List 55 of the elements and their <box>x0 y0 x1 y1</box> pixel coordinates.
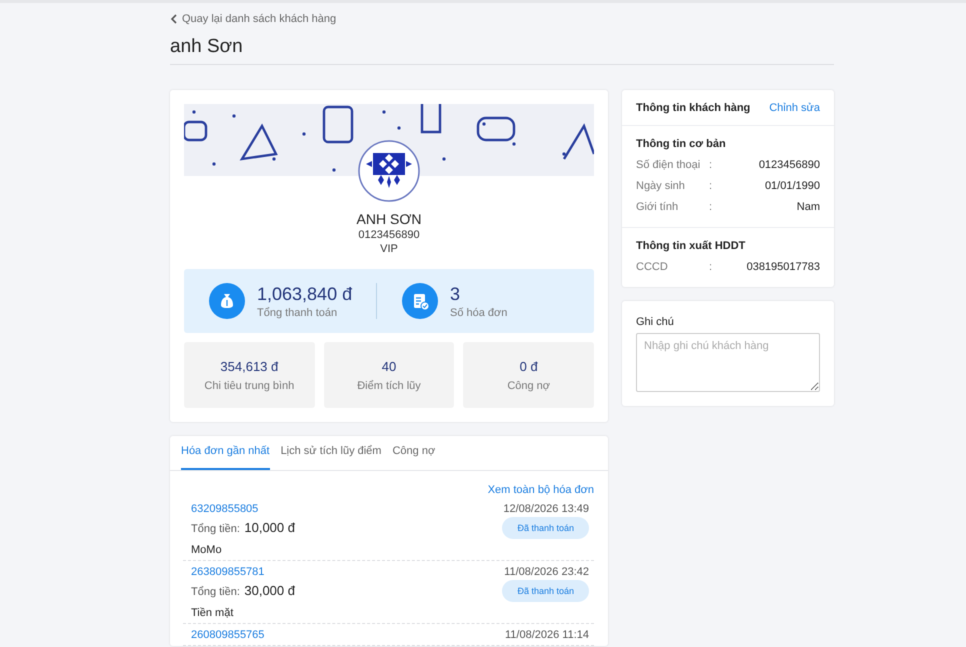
summary-value: 3 <box>450 284 462 304</box>
stat-value: 354,613 đ <box>220 358 278 374</box>
invoice-id-link[interactable]: 63209855805 <box>191 503 258 515</box>
field-label: CCCD <box>636 261 669 273</box>
stat-value: 0 đ <box>520 358 538 374</box>
field-separator: : <box>709 180 714 192</box>
stat-label: Công nợ <box>507 380 550 392</box>
page-title: anh Sơn <box>170 36 244 58</box>
section-title: Thông tin xuất HDDT <box>636 240 746 252</box>
field-label: Ngày sinh <box>636 180 686 192</box>
stat-label: Điểm tích lũy <box>357 380 421 392</box>
invoice-id-link[interactable]: 263809855781 <box>191 566 264 578</box>
view-all-invoices-link[interactable]: Xem toàn bộ hóa đơn <box>488 484 594 496</box>
invoice-date: 11/08/2026 23:42 <box>504 566 589 578</box>
notes-label: Ghi chú <box>636 316 675 328</box>
paid-status-badge: Đã thanh toán <box>502 517 589 539</box>
paid-status-badge: Đã thanh toán <box>502 580 589 602</box>
summary-value: 1,063,840 đ <box>257 284 352 304</box>
field-value: Nam <box>796 201 820 213</box>
chevron-left-icon <box>170 14 177 24</box>
tab[interactable]: Công nợ <box>392 436 436 470</box>
payment-method: Tiền mặt <box>191 607 234 619</box>
summary-label: Tổng thanh toán <box>257 306 338 318</box>
customer-phone: 0123456890 <box>358 229 420 241</box>
invoice-id-link[interactable]: 260809855765 <box>191 629 264 641</box>
card-title: Thông tin khách hàng <box>636 102 750 114</box>
money-bag-icon <box>209 283 245 319</box>
field-separator: : <box>709 159 714 171</box>
clipboard-check-icon <box>402 283 438 319</box>
payment-method: MoMo <box>191 544 223 556</box>
stat-label: Chi tiêu trung bình <box>204 380 294 392</box>
summary-label: Số hóa đơn <box>450 306 508 318</box>
back-link[interactable]: Quay lại danh sách khách hàng <box>170 13 336 25</box>
total-amount: 10,000 đ <box>244 520 295 535</box>
field-value: 01/01/1990 <box>764 180 820 192</box>
field-label: Giới tính <box>636 201 680 213</box>
edit-link[interactable]: Chỉnh sửa <box>769 102 820 114</box>
field-value: 0123456890 <box>758 159 820 171</box>
field-separator: : <box>709 261 714 273</box>
total-label: Tổng tiền: <box>191 523 240 535</box>
section-title: Thông tin cơ bản <box>636 138 727 150</box>
field-separator: : <box>709 201 714 213</box>
invoice-date: 12/08/2026 13:49 <box>503 503 589 515</box>
stat-value: 40 <box>382 358 396 374</box>
field-label: Số điện thoại <box>636 159 702 171</box>
avatar-pattern-icon <box>358 140 420 202</box>
tab[interactable]: Hóa đơn gần nhất <box>181 436 270 470</box>
customer-name: ANH SƠN <box>356 211 422 227</box>
field-value: 038195017783 <box>746 261 820 273</box>
tab[interactable]: Lịch sử tích lũy điểm <box>280 436 382 470</box>
notes-field[interactable]: Nhập ghi chú khách hàng <box>636 333 820 392</box>
total-amount: 30,000 đ <box>244 583 295 598</box>
tier-label: VIP <box>380 243 398 255</box>
invoice-date: 11/08/2026 11:14 <box>504 629 589 641</box>
total-label: Tổng tiền: <box>191 586 240 598</box>
